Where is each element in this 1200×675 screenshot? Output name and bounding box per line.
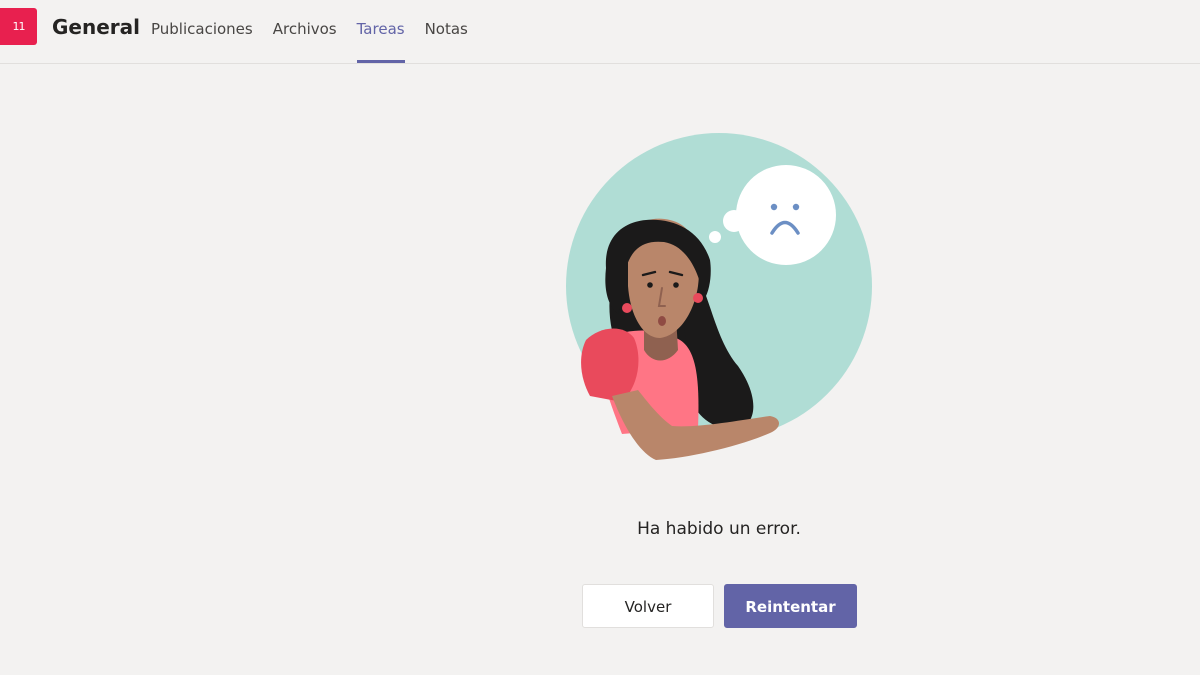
tab-tareas[interactable]: Tareas <box>356 0 405 63</box>
channel-header: 11 General Publicaciones Archivos Tareas… <box>0 0 1200 64</box>
team-avatar-badge[interactable]: 11 <box>0 8 37 45</box>
tab-notas[interactable]: Notas <box>425 0 468 63</box>
back-button[interactable]: Volver <box>582 584 714 628</box>
channel-tabs: Publicaciones Archivos Tareas Notas <box>151 0 488 64</box>
retry-button[interactable]: Reintentar <box>724 584 857 628</box>
tab-archivos[interactable]: Archivos <box>273 0 337 63</box>
error-illustration <box>566 133 872 460</box>
error-message: Ha habido un error. <box>637 519 801 539</box>
channel-title: General <box>52 15 140 39</box>
tab-publicaciones[interactable]: Publicaciones <box>151 0 253 63</box>
